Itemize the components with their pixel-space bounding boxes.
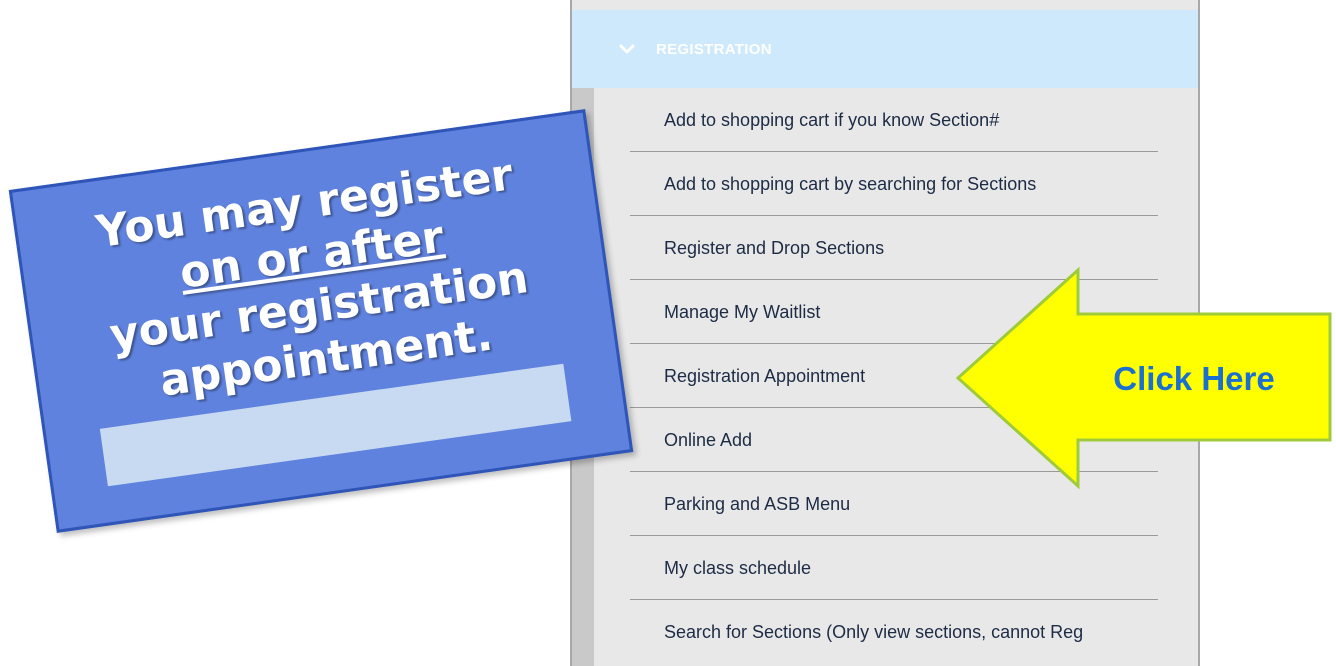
- chevron-down-icon: [619, 44, 635, 54]
- menu-item-add-cart-search[interactable]: Add to shopping cart by searching for Se…: [572, 152, 1198, 216]
- click-here-label[interactable]: Click Here: [1084, 360, 1304, 398]
- menu-item-add-cart-section-number[interactable]: Add to shopping cart if you know Section…: [572, 88, 1198, 152]
- note-card: You may register on or after your regist…: [8, 109, 634, 533]
- menu-header-title: REGISTRATION: [656, 40, 772, 58]
- menu-header-registration[interactable]: REGISTRATION: [572, 10, 1198, 88]
- menu-item-search-sections[interactable]: Search for Sections (Only view sections,…: [572, 600, 1198, 664]
- menu-item-class-schedule[interactable]: My class schedule: [572, 536, 1198, 600]
